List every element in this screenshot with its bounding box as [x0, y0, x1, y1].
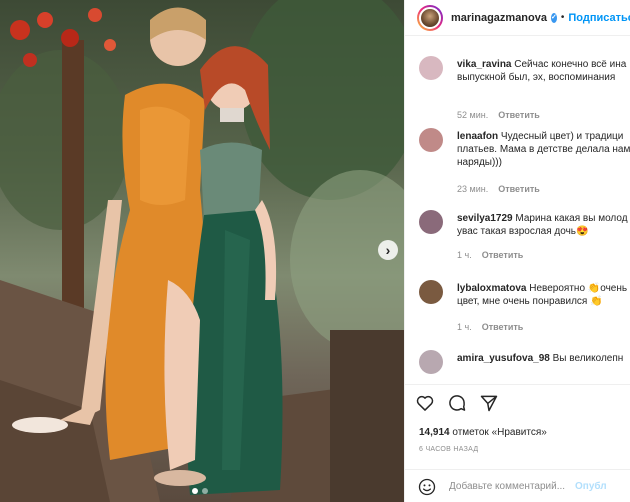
reply-button[interactable]: Ответить: [498, 110, 540, 120]
comment-time: 1 ч.: [457, 250, 472, 260]
action-icons: [415, 393, 499, 413]
comment-avatar[interactable]: [419, 128, 443, 152]
post-photo[interactable]: ›: [0, 0, 404, 502]
carousel-dot: [202, 488, 208, 494]
comment-username[interactable]: lybaloxmatova: [457, 283, 526, 294]
comment-username[interactable]: amira_yusufova_98: [457, 353, 550, 364]
reply-button[interactable]: Ответить: [498, 184, 540, 194]
carousel-indicators: [192, 488, 208, 494]
comment-meta: 52 мин. Ответить: [457, 110, 540, 120]
reply-button[interactable]: Ответить: [482, 250, 524, 260]
comment-text: lenaafon Чудесный цвет) и традици платье…: [457, 131, 630, 168]
comment-username[interactable]: lenaafon: [457, 131, 498, 142]
comment-time: 23 мин.: [457, 184, 489, 194]
emoji-clap-icon: 👏: [587, 283, 601, 294]
comment-avatar[interactable]: [419, 350, 443, 374]
reply-button[interactable]: Ответить: [482, 322, 524, 332]
emoji-heart-eyes-icon: 😍: [576, 226, 589, 237]
author-avatar[interactable]: [417, 4, 443, 31]
comment-text: vika_ravina Сейчас конечно всё ина выпус…: [457, 59, 627, 83]
publish-button[interactable]: Опубл: [575, 481, 607, 492]
comment-meta: 1 ч. Ответить: [457, 322, 523, 332]
comment-text: lybaloxmatova Невероятно 👏очень цвет, мн…: [457, 283, 628, 307]
comments-list[interactable]: vika_ravina Сейчас конечно всё ина выпус…: [405, 44, 630, 384]
share-icon[interactable]: [479, 393, 499, 413]
comment-icon[interactable]: [447, 393, 467, 413]
post-side-panel: marinagazmanova ✓ • Подписаться vika_rav…: [404, 0, 630, 502]
comment-time: 52 мин.: [457, 110, 489, 120]
header-separator: •: [560, 12, 565, 23]
comment-text: amira_yusufova_98 Вы великолепн: [457, 353, 624, 364]
comment-avatar[interactable]: [419, 56, 443, 80]
verified-badge-icon: ✓: [550, 12, 557, 23]
post-actions: 14,914 отметок «Нравится» 6 ЧАСОВ НАЗАД …: [405, 384, 630, 502]
comment-text: sevilya1729 Марина какая вы молод увас т…: [457, 213, 628, 237]
post-header: marinagazmanova ✓ • Подписаться: [405, 0, 630, 36]
avatar-image: [419, 6, 441, 29]
chevron-right-icon: ›: [385, 242, 391, 258]
comment-meta: 23 мин. Ответить: [457, 184, 540, 194]
photo-illustration: [0, 0, 404, 502]
emoji-picker-icon[interactable]: [417, 477, 437, 497]
carousel-dot-active: [192, 488, 198, 494]
comment-meta: 1 ч. Ответить: [457, 250, 523, 260]
next-slide-button[interactable]: ›: [378, 240, 398, 260]
follow-button[interactable]: Подписаться: [568, 12, 630, 24]
heart-icon[interactable]: [415, 393, 435, 413]
likes-count[interactable]: 14,914 отметок «Нравится»: [419, 427, 547, 438]
comment-avatar[interactable]: [419, 210, 443, 234]
add-comment-form: Опубл: [405, 469, 630, 502]
comment-avatar[interactable]: [419, 280, 443, 304]
emoji-clap-icon: 👏: [590, 296, 603, 307]
post-timestamp: 6 ЧАСОВ НАЗАД: [419, 446, 479, 453]
comment-input[interactable]: [449, 481, 569, 492]
comment-username[interactable]: sevilya1729: [457, 213, 513, 224]
comment-time: 1 ч.: [457, 322, 472, 332]
author-username[interactable]: marinagazmanova: [451, 12, 547, 24]
comment-username[interactable]: vika_ravina: [457, 59, 512, 70]
